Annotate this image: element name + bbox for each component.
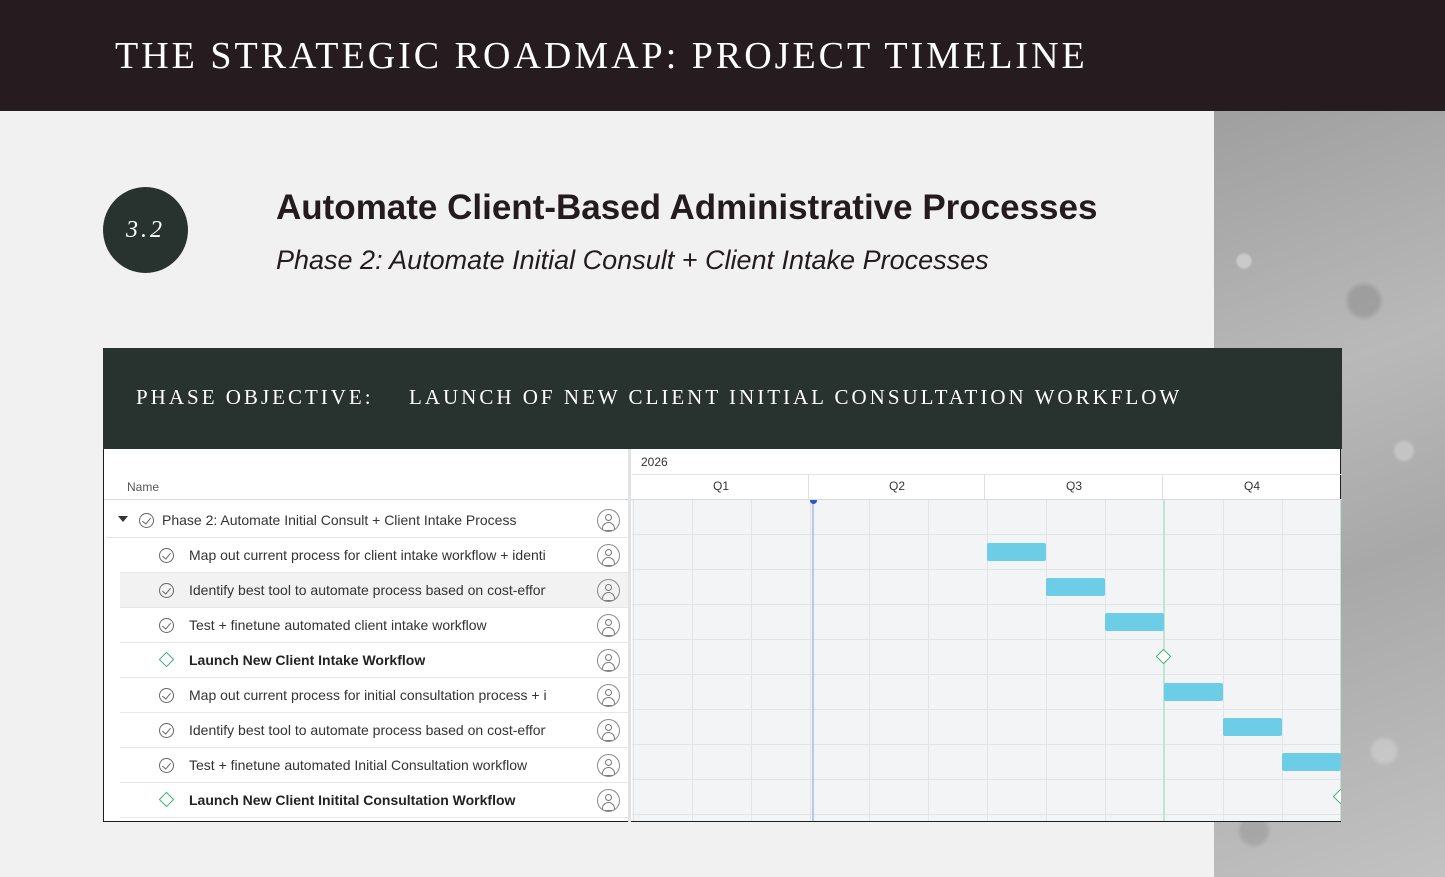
quarter-label-q2: Q2 <box>889 479 906 493</box>
task-row[interactable]: Launch New Client Intake Workflow <box>120 643 628 678</box>
diamond-icon[interactable] <box>158 651 175 668</box>
check-circle-icon[interactable] <box>159 688 174 703</box>
task-bar[interactable] <box>987 543 1046 561</box>
quarter-label-q4: Q4 <box>1244 479 1261 493</box>
check-circle-icon[interactable] <box>159 618 174 633</box>
quarter-label-q3: Q3 <box>1066 479 1083 493</box>
month-gridline <box>751 500 752 821</box>
task-bar[interactable] <box>1282 753 1341 771</box>
task-name: Identify best tool to automate process b… <box>189 582 546 598</box>
assign-person-icon[interactable] <box>597 614 620 637</box>
collapse-caret-icon[interactable] <box>118 516 128 522</box>
pane-splitter[interactable] <box>628 449 631 822</box>
task-row[interactable]: Map out current process for client intak… <box>120 538 628 573</box>
month-gridline <box>869 500 870 821</box>
assign-person-icon[interactable] <box>597 684 620 707</box>
month-gridline <box>928 500 929 821</box>
task-row[interactable]: Identify best tool to automate process b… <box>120 713 628 748</box>
objective-value: LAUNCH OF NEW CLIENT INITIAL CONSULTATIO… <box>409 385 1183 409</box>
task-row[interactable]: Map out current process for initial cons… <box>120 678 628 713</box>
month-gridline <box>633 500 634 821</box>
section-heading: Automate Client-Based Administrative Pro… <box>276 188 1098 227</box>
timeline-year: 2026 <box>641 455 668 469</box>
assign-person-icon[interactable] <box>597 719 620 742</box>
phase-objective-panel: PHASE OBJECTIVE: LAUNCH OF NEW CLIENT IN… <box>103 348 1342 449</box>
today-line <box>811 500 814 821</box>
check-circle-icon[interactable] <box>139 513 154 528</box>
task-bar[interactable] <box>1164 683 1223 701</box>
row-gridline <box>632 744 1341 745</box>
task-bar[interactable] <box>1046 578 1105 596</box>
row-gridline <box>632 604 1341 605</box>
assign-person-icon[interactable] <box>597 649 620 672</box>
month-gridline <box>1105 500 1106 821</box>
assign-person-icon[interactable] <box>597 579 620 602</box>
task-name: Launch New Client Intake Workflow <box>189 652 426 668</box>
task-name: Identify best tool to automate process b… <box>189 722 546 738</box>
check-circle-icon[interactable] <box>159 758 174 773</box>
milestone-diamond-icon[interactable] <box>1332 788 1341 805</box>
row-gridline <box>632 814 1341 815</box>
task-name: Test + finetune automated client intake … <box>189 617 487 633</box>
task-row[interactable]: Launch New Client Initital Consultation … <box>120 783 628 818</box>
objective-label: PHASE OBJECTIVE: <box>136 385 374 409</box>
task-name: Map out current process for initial cons… <box>189 687 546 703</box>
today-marker-icon <box>809 500 817 504</box>
task-row[interactable]: Test + finetune automated Initial Consul… <box>120 748 628 783</box>
assign-person-icon[interactable] <box>597 544 620 567</box>
month-gridline <box>810 500 811 821</box>
assign-person-icon[interactable] <box>597 789 620 812</box>
diamond-icon[interactable] <box>158 791 175 808</box>
row-gridline <box>632 779 1341 780</box>
milestone-line <box>1340 500 1341 821</box>
month-gridline <box>1046 500 1047 821</box>
assign-person-icon[interactable] <box>597 509 620 532</box>
milestone-diamond-icon[interactable] <box>1155 648 1172 665</box>
task-name: Launch New Client Initital Consultation … <box>189 792 516 808</box>
month-gridline <box>1282 500 1283 821</box>
name-column-header: Name <box>127 480 160 494</box>
row-gridline <box>632 639 1341 640</box>
quarter-label-q1: Q1 <box>713 479 730 493</box>
section-number-badge: 3.2 <box>103 187 188 273</box>
section-subheading: Phase 2: Automate Initial Consult + Clie… <box>276 245 989 275</box>
assign-person-icon[interactable] <box>597 754 620 777</box>
month-gridline <box>692 500 693 821</box>
task-name: Map out current process for client intak… <box>189 547 546 563</box>
gantt-chart: Name 2026 Q1 Q2 Q3 Q4 Phase 2: Automate … <box>103 449 1342 822</box>
row-gridline <box>632 709 1341 710</box>
task-bar[interactable] <box>1105 613 1164 631</box>
task-row[interactable]: Identify best tool to automate process b… <box>120 573 628 608</box>
month-gridline <box>1223 500 1224 821</box>
page-title: THE STRATEGIC ROADMAP: PROJECT TIMELINE <box>115 35 1088 77</box>
row-gridline <box>632 534 1341 535</box>
task-row[interactable]: Test + finetune automated client intake … <box>120 608 628 643</box>
row-gridline <box>632 674 1341 675</box>
task-row[interactable]: Phase 2: Automate Initial Consult + Clie… <box>106 503 628 538</box>
check-circle-icon[interactable] <box>159 723 174 738</box>
timeline-grid <box>632 500 1341 821</box>
top-banner: THE STRATEGIC ROADMAP: PROJECT TIMELINE <box>0 0 1445 111</box>
row-gridline <box>632 569 1341 570</box>
check-circle-icon[interactable] <box>159 548 174 563</box>
task-name: Test + finetune automated Initial Consul… <box>189 757 528 773</box>
task-name: Phase 2: Automate Initial Consult + Clie… <box>162 512 517 528</box>
task-bar[interactable] <box>1223 718 1282 736</box>
check-circle-icon[interactable] <box>159 583 174 598</box>
